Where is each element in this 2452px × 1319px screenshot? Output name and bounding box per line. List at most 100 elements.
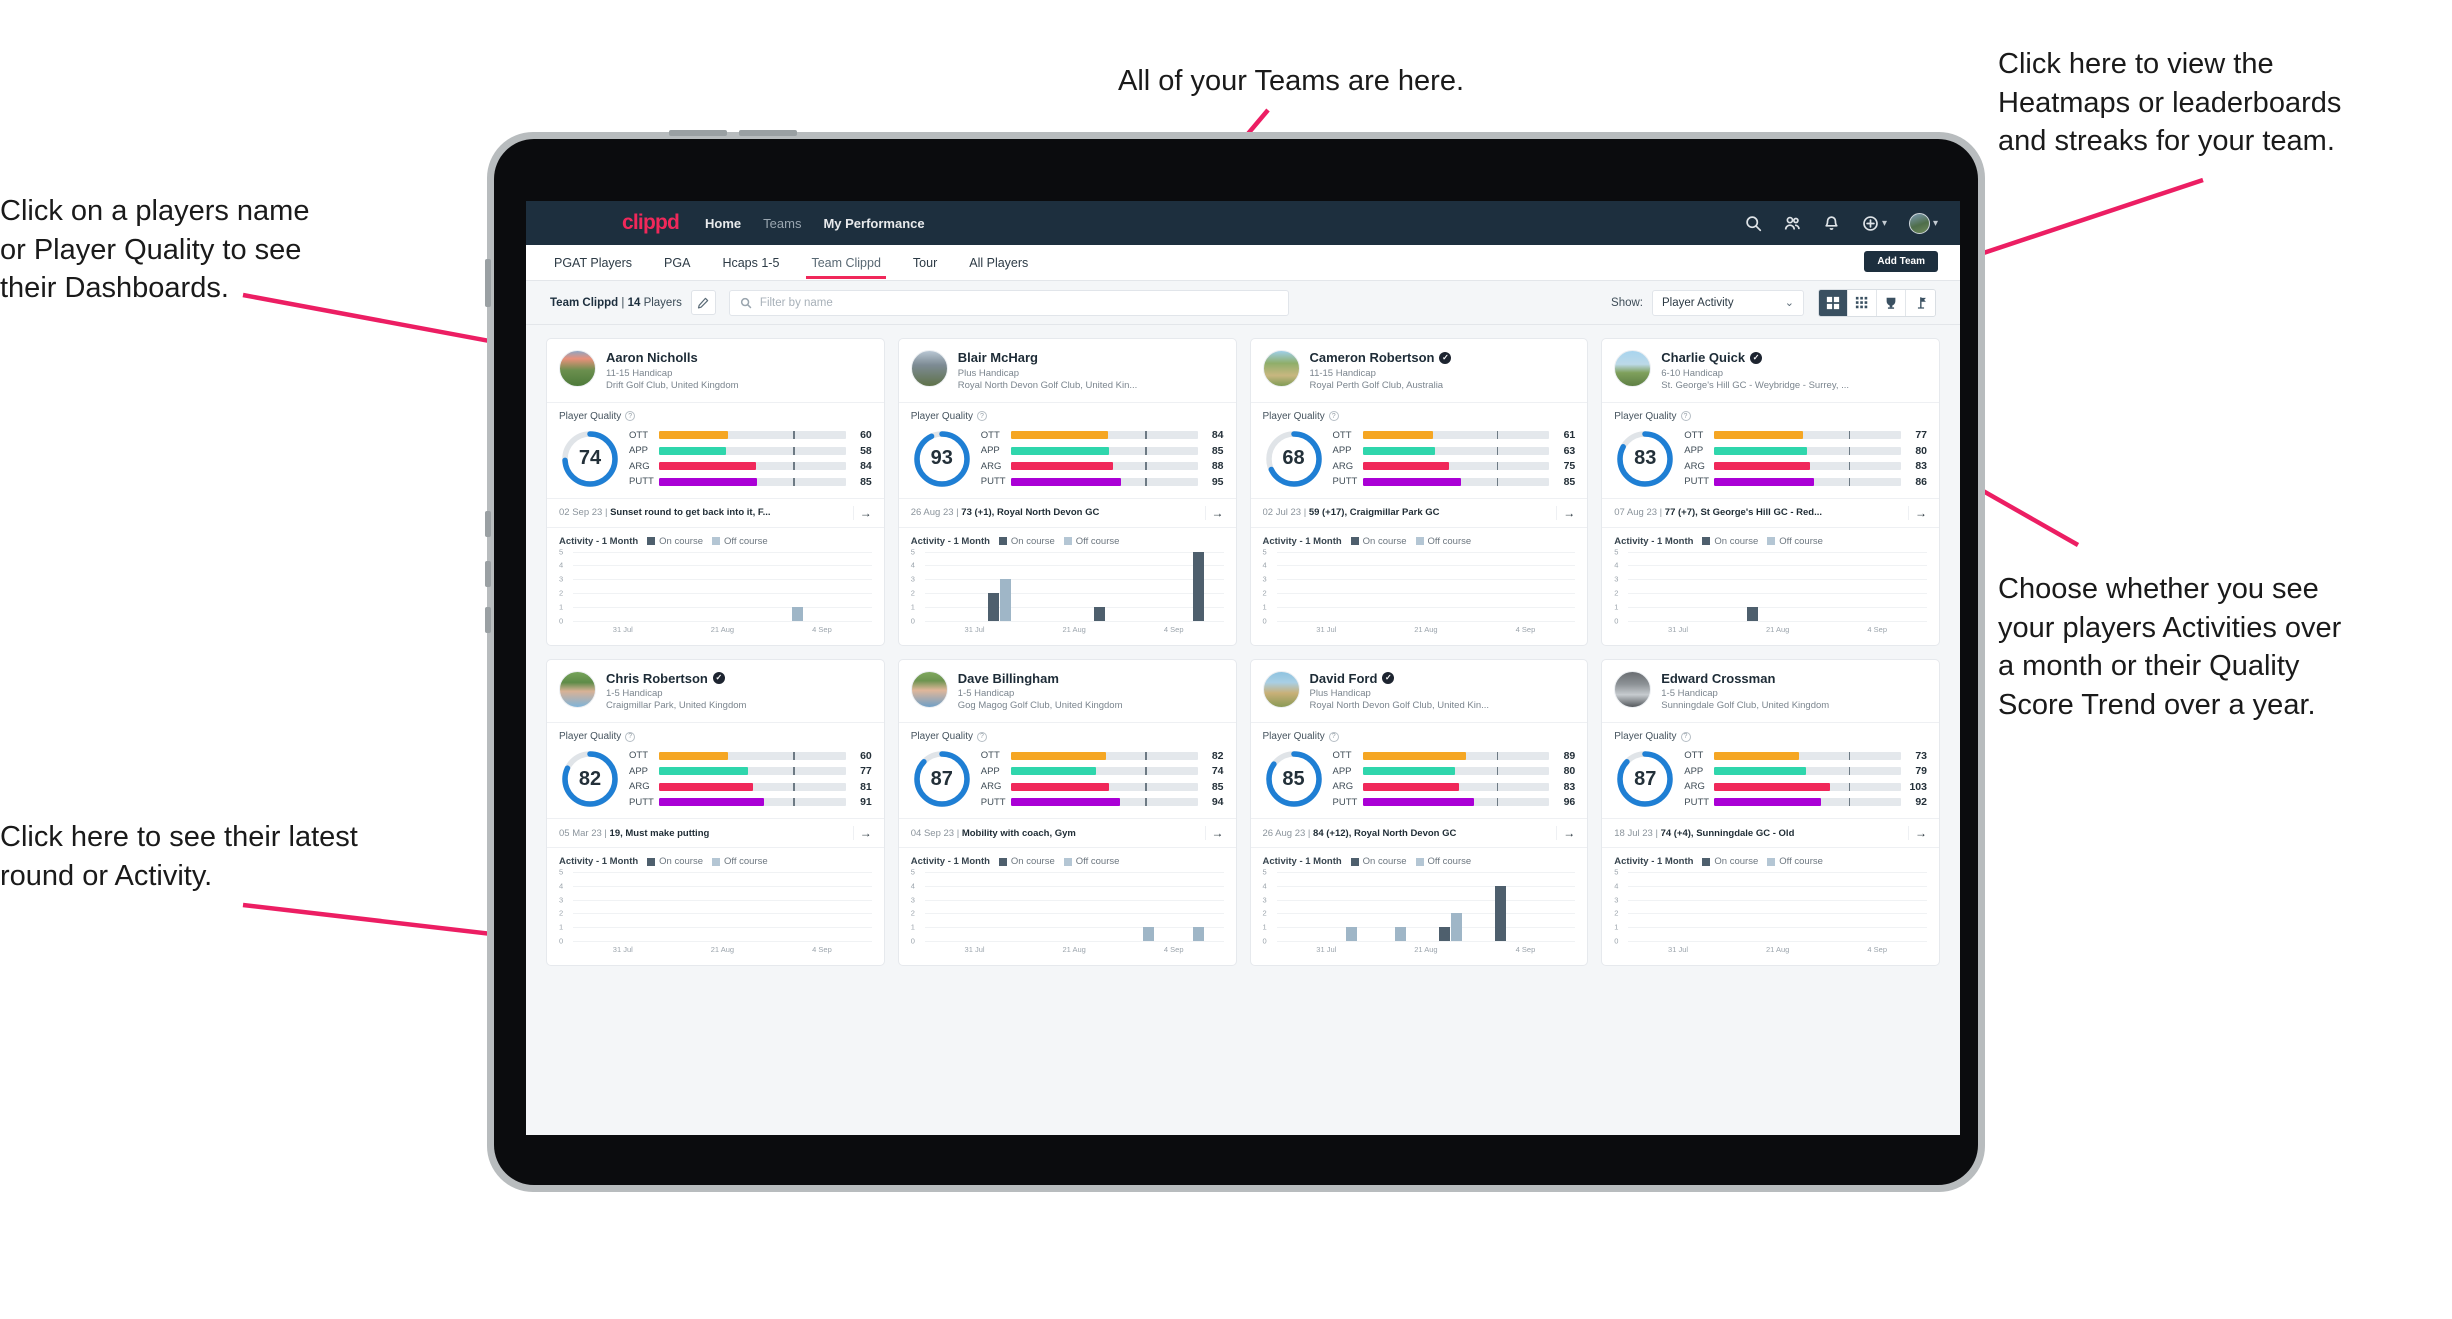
round-go-arrow-icon[interactable]: → xyxy=(1908,826,1927,840)
leaderboard-view-button[interactable] xyxy=(1877,289,1906,316)
people-icon[interactable] xyxy=(1784,215,1801,232)
player-quality-gauge[interactable]: 74 xyxy=(559,428,621,490)
latest-round-row[interactable]: 26 Aug 23 | 84 (+12), Royal North Devon … xyxy=(1250,818,1588,848)
player-card[interactable]: Aaron Nicholls 11-15 Handicap Drift Golf C… xyxy=(546,338,885,646)
question-mark-icon[interactable]: ? xyxy=(625,411,636,421)
round-go-arrow-icon[interactable]: → xyxy=(1204,826,1224,840)
player-quality-section[interactable]: Player Quality? xyxy=(547,723,884,746)
player-name[interactable]: David Ford ✓ xyxy=(1310,671,1490,686)
player-quality-section[interactable]: Player Quality? xyxy=(899,723,1236,746)
player-card-header[interactable]: Blair McHarg Plus Handicap Royal North Dev… xyxy=(898,339,1236,403)
search-input[interactable]: Filter by name xyxy=(728,289,1289,316)
grid-view-button[interactable] xyxy=(1819,289,1848,316)
player-quality-body[interactable]: 87 OTT 73 APP 79 ARG 103 PUTT 92 xyxy=(1602,746,1939,818)
search-icon[interactable] xyxy=(1745,215,1762,232)
show-select[interactable]: Player Activity ⌄ xyxy=(1652,289,1804,316)
player-quality-body[interactable]: 83 OTT 77 APP 80 ARG 83 PUTT 86 xyxy=(1602,426,1939,498)
nav-link-home[interactable]: Home xyxy=(705,216,741,231)
player-name[interactable]: Blair McHarg xyxy=(958,350,1138,365)
round-go-arrow-icon[interactable]: → xyxy=(852,505,872,520)
player-quality-section[interactable]: Player Quality? xyxy=(1602,723,1939,746)
player-name[interactable]: Aaron Nicholls xyxy=(606,350,739,365)
nav-link-my-performance[interactable]: My Performance xyxy=(823,216,924,231)
question-mark-icon[interactable]: ? xyxy=(625,731,636,742)
streaks-view-button[interactable] xyxy=(1906,289,1935,316)
tab-pgat-players[interactable]: PGAT Players xyxy=(552,247,634,279)
metric-value: 82 xyxy=(1211,749,1224,762)
player-quality-gauge[interactable]: 82 xyxy=(559,748,621,810)
player-card-header[interactable]: Chris Robertson ✓ 1-5 Handicap Craigmillar … xyxy=(547,660,884,723)
account-menu[interactable]: ▾ xyxy=(1908,212,1938,234)
clippd-logo[interactable]: clippd xyxy=(622,211,680,235)
player-quality-gauge[interactable]: 93 xyxy=(911,428,973,490)
metric-row: PUTT 92 xyxy=(1684,796,1927,808)
player-quality-gauge[interactable]: 87 xyxy=(911,748,973,810)
player-quality-body[interactable]: 87 OTT 82 APP 74 ARG 85 PUTT 94 xyxy=(899,746,1236,818)
tab-pga[interactable]: PGA xyxy=(662,247,692,279)
edit-team-button[interactable] xyxy=(690,290,716,315)
player-quality-body[interactable]: 93 OTT 84 APP 85 ARG 88 PUTT 95 xyxy=(899,426,1236,498)
round-go-arrow-icon[interactable]: → xyxy=(1556,826,1575,840)
round-date: 26 Aug 23 xyxy=(910,507,954,518)
player-quality-gauge[interactable]: 85 xyxy=(1263,748,1325,810)
player-quality-body[interactable]: 85 OTT 89 APP 80 ARG 83 PUTT 96 xyxy=(1251,746,1588,818)
player-card-header[interactable]: Cameron Robertson ✓ 11-15 Handicap Royal Pe… xyxy=(1250,339,1588,403)
player-quality-section[interactable]: Player Quality? xyxy=(899,403,1236,426)
player-quality-gauge[interactable]: 87 xyxy=(1614,748,1676,810)
player-name[interactable]: Edward Crossman xyxy=(1661,671,1829,686)
latest-round-row[interactable]: 07 Aug 23 | 77 (+7), St George's Hill GC… xyxy=(1602,497,1939,528)
player-quality-section[interactable]: Player Quality? xyxy=(1251,403,1588,426)
plus-circle-icon[interactable] xyxy=(1862,215,1879,232)
player-name[interactable]: Charlie Quick ✓ xyxy=(1661,350,1849,365)
question-mark-icon[interactable]: ? xyxy=(1680,731,1691,742)
player-name[interactable]: Cameron Robertson ✓ xyxy=(1310,350,1452,365)
bell-icon[interactable] xyxy=(1823,215,1840,232)
add-team-button[interactable]: Add Team xyxy=(1864,251,1938,272)
player-name[interactable]: Chris Robertson ✓ xyxy=(606,671,746,686)
question-mark-icon[interactable]: ? xyxy=(1328,411,1339,421)
round-go-arrow-icon[interactable]: → xyxy=(1556,505,1575,520)
latest-round-row[interactable]: 26 Aug 23 | 73 (+1), Royal North Devon G… xyxy=(898,497,1236,528)
tab-team-clippd[interactable]: Team Clippd xyxy=(806,247,887,279)
player-card[interactable]: Charlie Quick ✓ 6-10 Handicap St. George's … xyxy=(1601,338,1940,646)
question-mark-icon[interactable]: ? xyxy=(1328,731,1339,742)
latest-round-row[interactable]: 02 Jul 23 | 59 (+17), Craigmillar Park G… xyxy=(1250,497,1588,528)
latest-round-row[interactable]: 02 Sep 23 | Sunset round to get back int… xyxy=(547,497,884,528)
player-card[interactable]: Blair McHarg Plus Handicap Royal North Dev… xyxy=(897,338,1237,646)
round-go-arrow-icon[interactable]: → xyxy=(1204,505,1224,520)
tab-hcaps-1-5[interactable]: Hcaps 1-5 xyxy=(720,247,781,279)
player-quality-gauge[interactable]: 83 xyxy=(1614,428,1676,490)
player-card-header[interactable]: David Ford ✓ Plus Handicap Royal North Devo… xyxy=(1250,660,1588,723)
avatar[interactable] xyxy=(1908,212,1930,234)
question-mark-icon[interactable]: ? xyxy=(977,411,987,421)
heatmap-view-button[interactable] xyxy=(1848,289,1877,316)
player-card[interactable]: David Ford ✓ Plus Handicap Royal North Devo… xyxy=(1249,658,1589,966)
player-card[interactable]: Cameron Robertson ✓ 11-15 Handicap Royal Pe… xyxy=(1249,338,1589,646)
player-card-header[interactable]: Edward Crossman 1-5 Handicap Sunningdale G… xyxy=(1602,660,1939,723)
player-card-header[interactable]: Dave Billingham 1-5 Handicap Gog Magog Gol… xyxy=(898,660,1236,723)
add-menu[interactable]: ▾ xyxy=(1862,215,1887,232)
round-go-arrow-icon[interactable]: → xyxy=(1908,505,1927,520)
player-card[interactable]: Edward Crossman 1-5 Handicap Sunningdale G… xyxy=(1601,658,1940,966)
nav-link-teams[interactable]: Teams xyxy=(763,216,801,231)
player-quality-body[interactable]: 68 OTT 61 APP 63 ARG 75 PUTT 85 xyxy=(1251,426,1588,498)
player-name[interactable]: Dave Billingham xyxy=(958,671,1123,686)
question-mark-icon[interactable]: ? xyxy=(1680,411,1691,421)
tab-tour[interactable]: Tour xyxy=(911,247,939,279)
player-quality-body[interactable]: 82 OTT 60 APP 77 ARG 81 PUTT 91 xyxy=(547,746,884,818)
latest-round-row[interactable]: 18 Jul 23 | 74 (+4), Sunningdale GC - Ol… xyxy=(1602,818,1939,848)
player-quality-section[interactable]: Player Quality? xyxy=(547,403,884,426)
round-go-arrow-icon[interactable]: → xyxy=(852,826,872,840)
player-quality-gauge[interactable]: 68 xyxy=(1263,428,1325,490)
player-quality-section[interactable]: Player Quality? xyxy=(1602,403,1939,426)
latest-round-row[interactable]: 05 Mar 23 | 19, Must make putting → xyxy=(547,818,884,848)
tab-all-players[interactable]: All Players xyxy=(967,247,1030,279)
question-mark-icon[interactable]: ? xyxy=(977,731,987,742)
player-card-header[interactable]: Aaron Nicholls 11-15 Handicap Drift Golf C… xyxy=(547,339,884,403)
latest-round-row[interactable]: 04 Sep 23 | Mobility with coach, Gym → xyxy=(898,818,1236,848)
player-card-header[interactable]: Charlie Quick ✓ 6-10 Handicap St. George's … xyxy=(1602,339,1939,403)
player-card[interactable]: Chris Robertson ✓ 1-5 Handicap Craigmillar … xyxy=(546,658,885,966)
player-quality-body[interactable]: 74 OTT 60 APP 58 ARG 84 PUTT 85 xyxy=(547,426,884,498)
player-quality-section[interactable]: Player Quality? xyxy=(1251,723,1588,746)
player-card[interactable]: Dave Billingham 1-5 Handicap Gog Magog Gol… xyxy=(897,658,1237,966)
